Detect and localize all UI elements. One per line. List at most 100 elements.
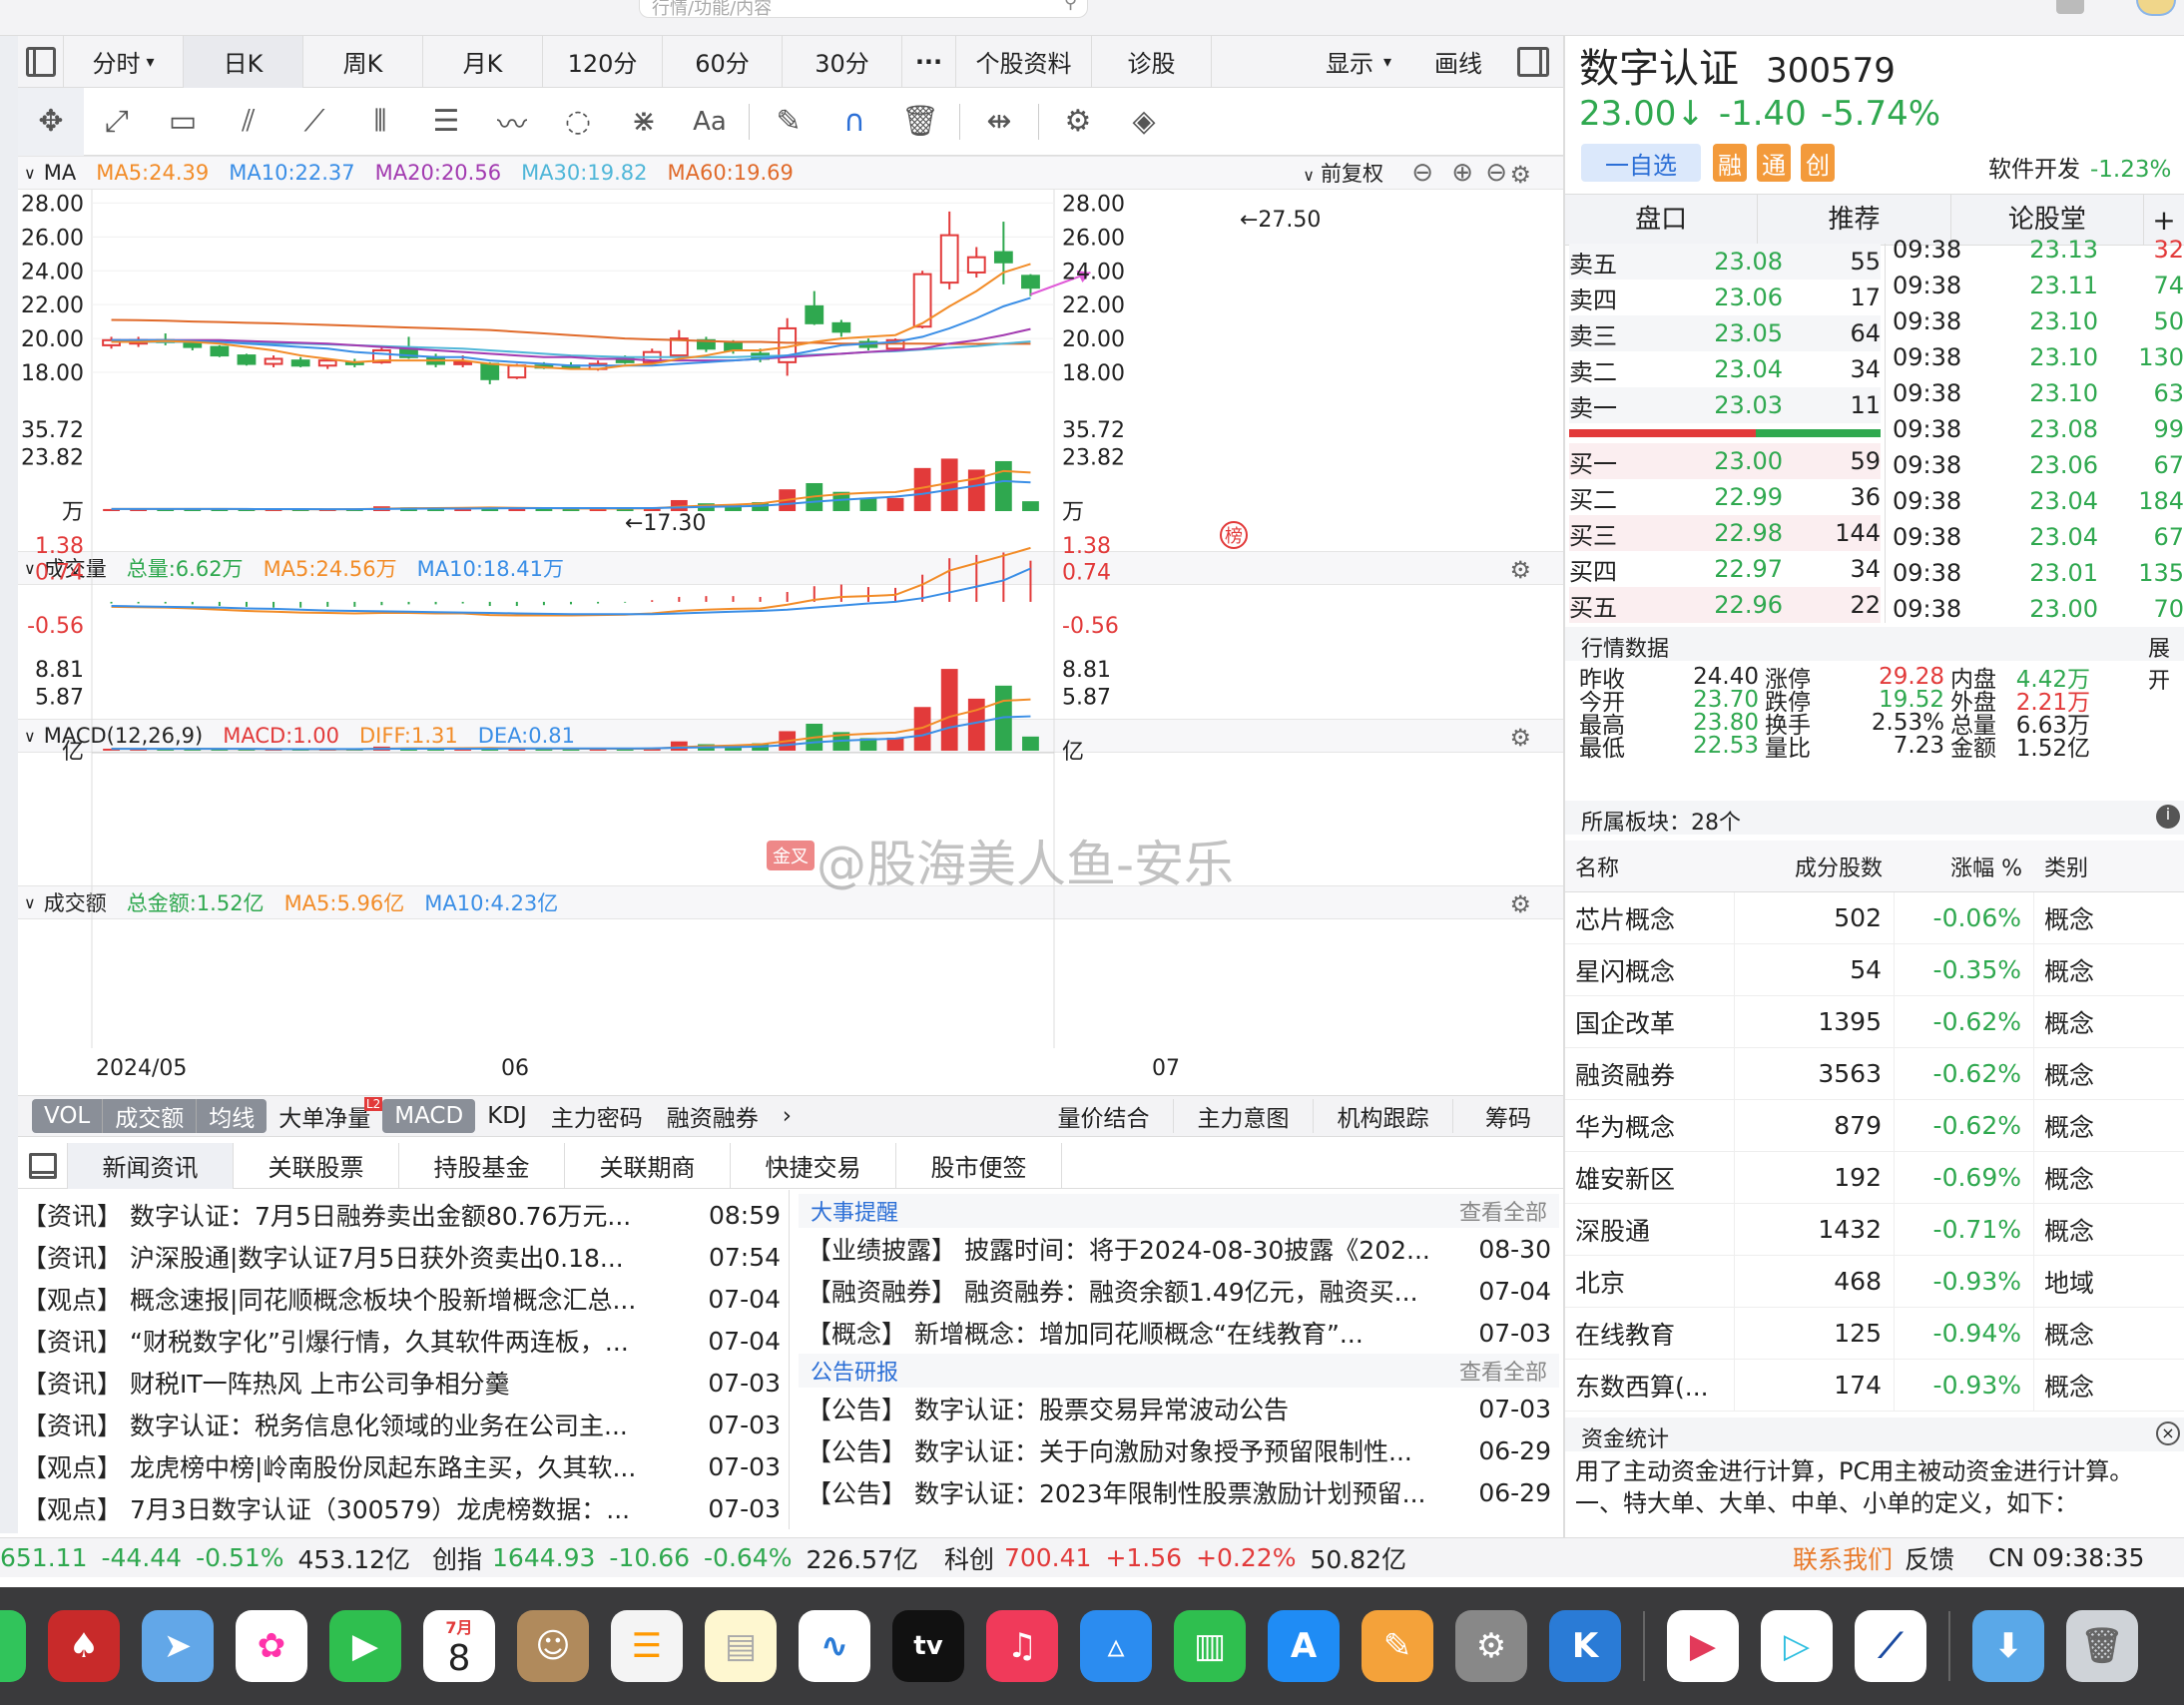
notice-item[interactable]: 【公告】 数字认证：关于向激励对象授予预留限制性... 06-29 [799, 1429, 1559, 1471]
range-icon[interactable]: ⇹ [966, 88, 1032, 156]
order-row[interactable]: 买五 22.96 22 [1569, 587, 1881, 623]
move-icon[interactable]: ✥ [18, 87, 84, 156]
sector-row[interactable]: 国企改革 1395 -0.62% 概念 [1565, 995, 2184, 1048]
info-icon[interactable]: i [2156, 805, 2180, 829]
sector-row[interactable]: 芯片概念 502 -0.06% 概念 [1565, 891, 2184, 944]
tab-ma[interactable]: 均线 [197, 1099, 267, 1133]
tab-main-intent[interactable]: 主力意图 [1174, 1099, 1314, 1133]
order-row[interactable]: 卖三 23.05 64 [1569, 315, 1881, 351]
sector-column-header[interactable]: 涨幅 % [1895, 851, 2034, 882]
sector-column-header[interactable]: 类别 [2034, 851, 2184, 882]
news-item[interactable]: 【资讯】 沪深股通|数字认证7月5日获外资卖出0.18... 07:54 [22, 1236, 781, 1278]
news-item[interactable]: 【资讯】 “财税数字化”引爆行情，久其软件两连板，... 07-04 [22, 1320, 781, 1362]
magnet-icon[interactable]: ∩ [821, 88, 887, 156]
more-periods-button[interactable]: ··· [902, 35, 956, 88]
youku-icon[interactable]: ▷ [1761, 1610, 1833, 1682]
k-app-icon[interactable]: K [1549, 1610, 1621, 1682]
order-row[interactable]: 买一 23.00 59 [1569, 443, 1881, 479]
sector-row[interactable]: 融资融券 3563 -0.62% 概念 [1565, 1047, 2184, 1100]
order-row[interactable]: 卖二 23.04 34 [1569, 351, 1881, 387]
text-lines-icon[interactable]: ☰ [413, 88, 479, 156]
chinext-tag[interactable]: 创 [1801, 144, 1835, 182]
tab-daily-k[interactable]: 日K [184, 35, 303, 88]
trash-icon[interactable]: 🗑 [887, 88, 953, 156]
feedback-link[interactable]: 反馈 [1905, 1540, 1954, 1576]
tab-holding-funds[interactable]: 持股基金 [399, 1142, 565, 1189]
kline-chart[interactable]: 28.00 28.00 26.00 26.00 24.00 24.00 22.00 22.00… [18, 190, 1563, 1088]
collapse-icon[interactable]: ∨ [24, 164, 36, 183]
tab-quick-trade[interactable]: 快捷交易 [731, 1142, 896, 1189]
notice-item[interactable]: 【公告】 数字认证：股票交易异常波动公告 07-03 [799, 1388, 1559, 1429]
tab-vol[interactable]: VOL [32, 1099, 104, 1133]
tab-intraday[interactable]: 分时 ▾ [64, 35, 184, 88]
index3-name[interactable]: 科创 [944, 1540, 994, 1576]
tab-margin[interactable]: 融资融券 [655, 1099, 771, 1133]
tab-30min[interactable]: 30分 [783, 35, 902, 88]
video-app-icon[interactable]: ▶ [1667, 1610, 1739, 1682]
tab-weekly-k[interactable]: 周K [303, 35, 423, 88]
notice-item[interactable]: 【概念】 新增概念：增加同花顺概念“在线教育”... 07-03 [799, 1312, 1559, 1354]
sector-column-header[interactable]: 成分股数 [1735, 851, 1895, 882]
reminders-icon[interactable]: ☰ [611, 1610, 683, 1682]
sidebar-toggle-icon[interactable] [18, 35, 64, 88]
tonghuashun-icon[interactable]: ⟋ [1855, 1610, 1926, 1682]
tab-diagnosis[interactable]: 诊股 [1092, 35, 1212, 88]
news-item[interactable]: 【观点】 7月3日数字认证（300579）龙虎榜数据：... 07-03 [22, 1487, 781, 1529]
dragon-tiger-badge[interactable]: 榜 [1220, 521, 1248, 549]
text-tool-icon[interactable]: Aa [677, 88, 743, 156]
news-item[interactable]: 【资讯】 数字认证：税务信息化领域的业务在公司主... 07-03 [22, 1404, 781, 1445]
tab-main-force[interactable]: 主力密码 [539, 1099, 655, 1133]
minimize-icon[interactable] [18, 1142, 68, 1189]
fan-lines-icon[interactable]: ⫽ [216, 88, 281, 156]
wave-icon[interactable]: 〰 [479, 88, 545, 156]
display-menu[interactable]: 显示 ▾ [1304, 36, 1413, 88]
tab-120min[interactable]: 120分 [543, 35, 663, 88]
minus-icon[interactable]: ⊖ [1485, 158, 1507, 188]
contacts-icon[interactable]: ☺ [517, 1610, 589, 1682]
gann-icon[interactable]: ⋇ [611, 88, 677, 156]
order-row[interactable]: 卖四 23.06 17 [1569, 280, 1881, 315]
downloads-folder-icon[interactable]: ⬇ [1972, 1610, 2044, 1682]
news-item[interactable]: 【观点】 概念速报|同花顺概念板块个股新增概念汇总... 07-04 [22, 1278, 781, 1320]
sector-info[interactable]: 软件开发 -1.23% [1988, 150, 2171, 184]
tab-chips[interactable]: 筹码 [1453, 1099, 1563, 1133]
app-store-icon[interactable]: A [1268, 1610, 1340, 1682]
music-icon[interactable]: ♫ [986, 1610, 1058, 1682]
sector-row[interactable]: 在线教育 125 -0.94% 概念 [1565, 1307, 2184, 1360]
chevron-right-icon[interactable]: › [771, 1099, 804, 1133]
tab-monthly-k[interactable]: 月K [423, 35, 543, 88]
index2-name[interactable]: 创指 [432, 1540, 482, 1576]
search-input[interactable]: 行情/功能/内容 ⚲ [639, 0, 1088, 19]
close-icon[interactable]: × [2156, 1421, 2180, 1445]
tab-related-stocks[interactable]: 关联股票 [234, 1142, 399, 1189]
tab-institution[interactable]: 机构跟踪 [1314, 1099, 1453, 1133]
add-watchlist-button[interactable]: 一自选 [1581, 144, 1701, 182]
layers-icon[interactable]: ◈ [1111, 88, 1177, 156]
cycle-icon[interactable]: ◌ [545, 88, 611, 156]
news-item[interactable]: 【观点】 龙虎榜中榜|岭南股份凤起东路主买，久其软... 07-03 [22, 1445, 781, 1487]
tab-stock-profile[interactable]: 个股资料 [956, 35, 1092, 88]
sector-row[interactable]: 华为概念 879 -0.62% 概念 [1565, 1099, 2184, 1152]
channel-icon[interactable]: ⟋ [281, 88, 347, 156]
order-row[interactable]: 卖一 23.03 11 [1569, 387, 1881, 423]
sector-column-header[interactable]: 名称 [1565, 851, 1735, 882]
zoom-out-icon[interactable]: ⊖ [1411, 158, 1433, 188]
news-item[interactable]: 【资讯】 财税IT一阵热风 上市公司争相分羹 07-03 [22, 1362, 781, 1404]
cards-app-icon[interactable]: ♠ [48, 1610, 120, 1682]
notice-item[interactable]: 【业绩披露】 披露时间：将于2024-08-30披露《202... 08-30 [799, 1228, 1559, 1270]
news-item[interactable]: 【资讯】 数字认证：7月5日融券卖出金额80.76万元... 08:59 [22, 1194, 781, 1236]
keynote-icon[interactable]: ▵ [1080, 1610, 1152, 1682]
golden-cross-badge[interactable]: 金叉 [767, 841, 815, 870]
tab-big-order[interactable]: 大单净量 L2 [267, 1097, 383, 1133]
order-row[interactable]: 买三 22.98 144 [1569, 515, 1881, 551]
tab-kdj[interactable]: KDJ [475, 1099, 539, 1133]
notice-item[interactable]: 【融资融券】 融资融券：融资余额1.49亿元，融资买... 07-04 [799, 1270, 1559, 1312]
tab-60min[interactable]: 60分 [663, 35, 783, 88]
numbers-icon[interactable]: ▥ [1174, 1610, 1246, 1682]
settings-icon[interactable]: ⚙ [1045, 88, 1111, 156]
calendar-icon[interactable]: 7月 8 [423, 1610, 495, 1682]
margin-tag[interactable]: 融 [1713, 144, 1747, 182]
pen-icon[interactable]: ✎ [756, 88, 821, 156]
tab-amount[interactable]: 成交额 [103, 1099, 198, 1133]
sector-row[interactable]: 北京 468 -0.93% 地域 [1565, 1255, 2184, 1308]
